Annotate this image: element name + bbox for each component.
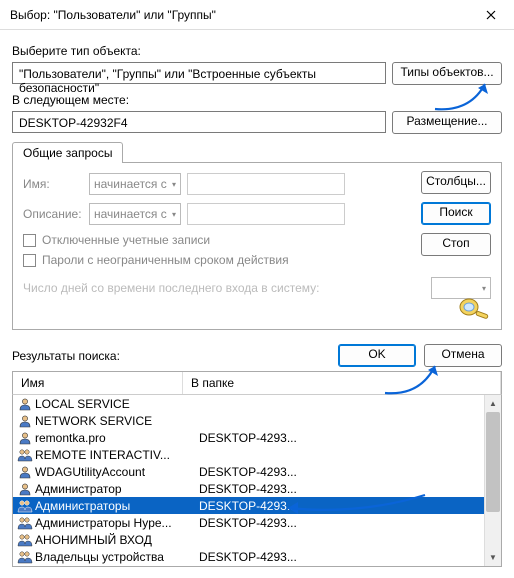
name-label: Имя: [23,177,83,191]
table-row[interactable]: Владельцы устройстваDESKTOP-4293... [13,548,501,565]
row-folder: DESKTOP-4293... [199,465,501,479]
name-match-select: начинается с▾ [89,173,181,195]
row-name: Администраторы [35,499,199,513]
col-folder-header[interactable]: В папке [183,372,501,394]
row-name: remontka.pro [35,431,199,445]
table-row[interactable]: remontka.proDESKTOP-4293... [13,429,501,446]
row-folder: DESKTOP-4293... [199,431,501,445]
stop-button[interactable]: Стоп [421,233,491,256]
object-type-value: "Пользователи", "Группы" или "Встроенные… [12,62,386,84]
location-label: В следующем месте: [12,93,502,107]
close-icon [486,10,496,20]
window-title: Выбор: "Пользователи" или "Группы" [10,8,468,22]
disabled-accounts-label: Отключенные учетные записи [42,233,210,247]
scroll-up-button[interactable]: ▲ [485,395,501,412]
pw-noexpire-checkbox [23,254,36,267]
table-row[interactable]: АдминистраторDESKTOP-4293... [13,480,501,497]
chevron-down-icon: ▾ [172,180,176,189]
scroll-down-button[interactable]: ▼ [485,549,501,566]
col-name-header[interactable]: Имя [13,372,183,394]
row-name: REMOTE INTERACTIV... [35,448,199,462]
results-label: Результаты поиска: [12,349,120,363]
results-header: Имя В папке [12,371,502,395]
user-icon [17,481,33,497]
row-folder: DESKTOP-4293... [199,550,501,564]
row-name: Администраторы Hype... [35,516,199,530]
row-folder: DESKTOP-4293... [199,482,501,496]
table-row[interactable]: LOCAL SERVICE [13,395,501,412]
side-buttons: Столбцы... Поиск Стоп [421,171,491,256]
user-icon [17,396,33,412]
user-icon [17,413,33,429]
scrollbar[interactable]: ▲ ▼ [484,395,501,566]
row-name: NETWORK SERVICE [35,414,199,428]
pw-noexpire-label: Пароли с неограниченным сроком действия [42,253,289,267]
row-name: Владельцы устройства [35,550,199,564]
row-name: Администратор [35,482,199,496]
results-list[interactable]: LOCAL SERVICENETWORK SERVICEremontka.pro… [12,395,502,567]
disabled-accounts-checkbox [23,234,36,247]
row-name: АНОНИМНЫЙ ВХОД [35,533,199,547]
close-button[interactable] [468,0,514,30]
object-types-button[interactable]: Типы объектов... [392,62,502,85]
scroll-thumb[interactable] [486,412,500,512]
tab-panel: Имя: начинается с▾ Описание: начинается … [12,162,502,330]
table-row[interactable]: АдминистраторыDESKTOP-4293... [13,497,501,514]
desc-input [187,203,345,225]
group-icon [17,447,33,463]
ok-button[interactable]: OK [338,344,416,367]
scroll-track[interactable] [485,412,501,549]
desc-label: Описание: [23,207,83,221]
table-row[interactable]: WDAGUtilityAccountDESKTOP-4293... [13,463,501,480]
group-icon [17,532,33,548]
table-row[interactable]: NETWORK SERVICE [13,412,501,429]
group-icon [17,515,33,531]
table-row[interactable]: REMOTE INTERACTIV... [13,446,501,463]
columns-button[interactable]: Столбцы... [421,171,491,194]
row-name: WDAGUtilityAccount [35,465,199,479]
group-icon [17,549,33,565]
tab-common-queries[interactable]: Общие запросы [12,142,123,163]
user-icon [17,464,33,480]
object-type-label: Выберите тип объекта: [12,44,502,58]
name-input [187,173,345,195]
titlebar: Выбор: "Пользователи" или "Группы" [0,0,514,30]
query-tabs: Общие запросы Имя: начинается с▾ Описани… [12,142,502,330]
row-name: LOCAL SERVICE [35,397,199,411]
table-row[interactable]: АНОНИМНЫЙ ВХОД [13,531,501,548]
table-row[interactable]: Администраторы Hype...DESKTOP-4293... [13,514,501,531]
magnifier-icon [455,295,491,323]
search-button[interactable]: Поиск [421,202,491,225]
chevron-down-icon: ▾ [482,284,486,293]
chevron-down-icon: ▾ [172,210,176,219]
row-folder: DESKTOP-4293... [199,499,501,513]
days-since-login-label: Число дней со времени последнего входа в… [23,281,425,295]
group-icon [17,498,33,514]
desc-match-select: начинается с▾ [89,203,181,225]
location-value: DESKTOP-42932F4 [12,111,386,133]
row-folder: DESKTOP-4293... [199,516,501,530]
cancel-button[interactable]: Отмена [424,344,502,367]
user-icon [17,430,33,446]
location-button[interactable]: Размещение... [392,111,502,134]
